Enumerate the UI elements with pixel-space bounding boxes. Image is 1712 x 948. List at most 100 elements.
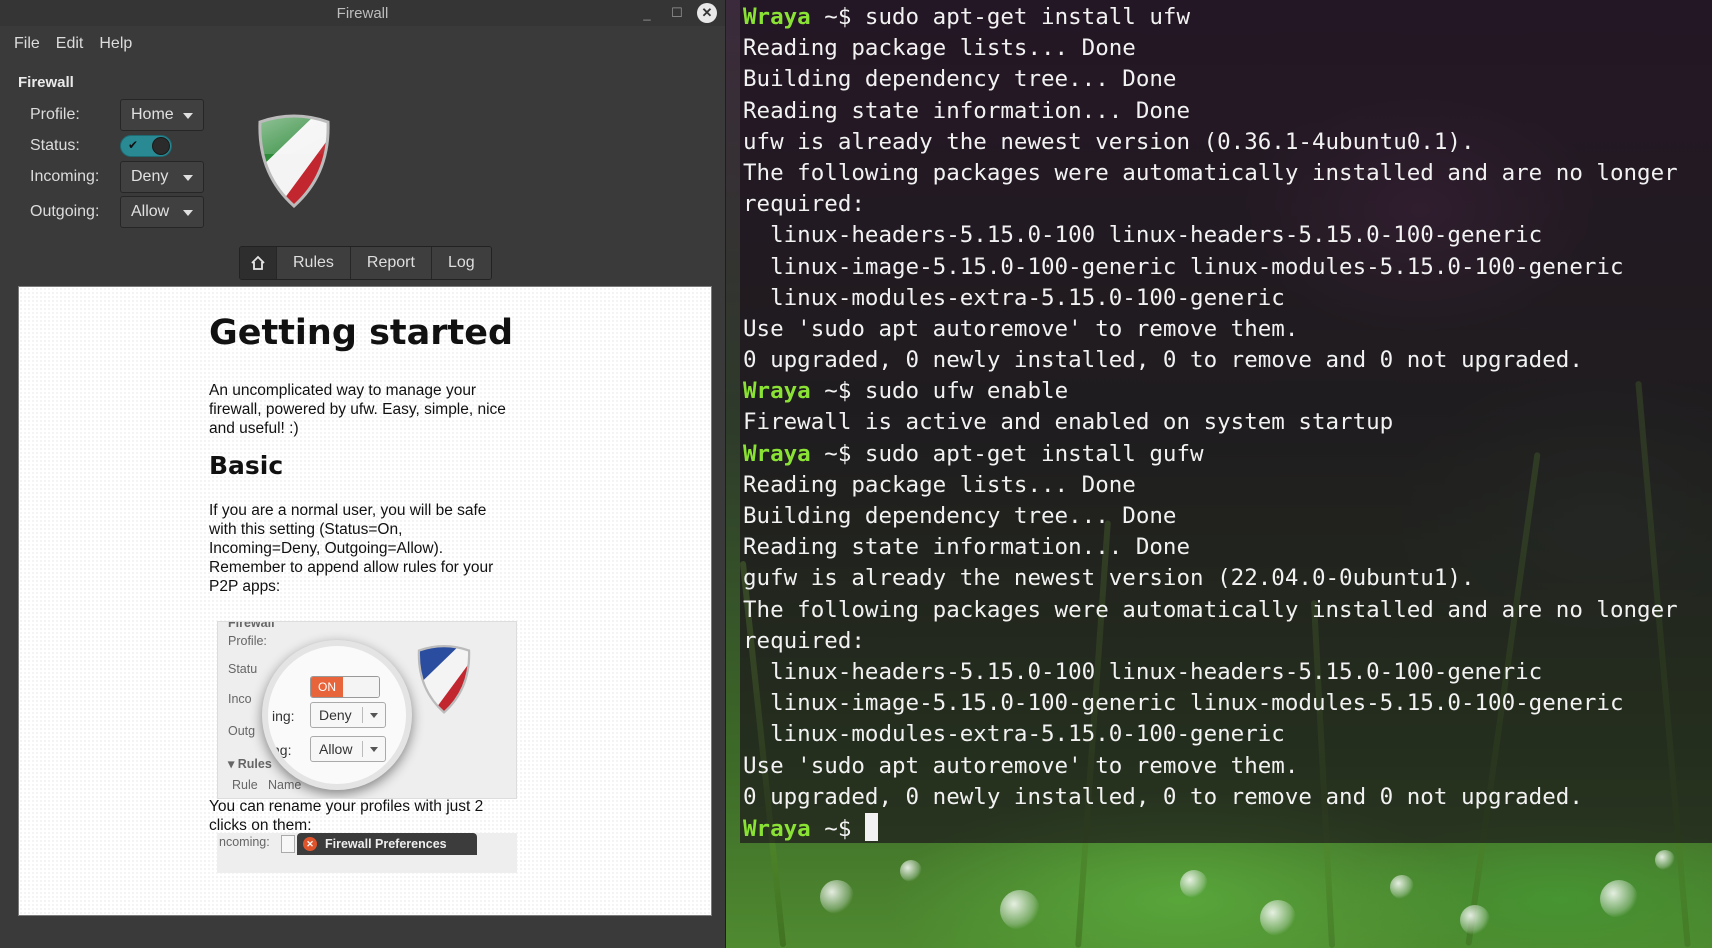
screenshot-mag-incoming-label: ing: (272, 708, 295, 724)
terminal-command: sudo apt-get install ufw (864, 4, 1191, 30)
intro-paragraph: An uncomplicated way to manage your fire… (209, 382, 506, 437)
shield-logo-icon (417, 645, 471, 714)
tab-report[interactable]: Report (350, 247, 432, 279)
close-icon: ✕ (303, 837, 317, 851)
home-icon (251, 255, 265, 270)
chevron-down-icon (183, 175, 193, 181)
maximize-button[interactable]: ☐ (667, 3, 687, 23)
screenshot-outgoing-combo: Allow (310, 736, 386, 762)
terminal-output-line: gufw is already the newest version (22.0… (743, 565, 1475, 592)
window-titlebar[interactable]: Firewall _ ☐ ✕ (0, 0, 725, 26)
menu-edit[interactable]: Edit (48, 31, 92, 57)
prompt-symbol: ~$ (810, 378, 865, 405)
status-toggle[interactable]: ✔ (120, 135, 172, 157)
screenshot-status-switch: ON (310, 676, 380, 698)
terminal-output-line: Reading package lists... Done (743, 35, 1136, 62)
terminal-output-line: ufw is already the newest version (0.36.… (743, 128, 1475, 155)
firewall-section-title: Firewall (18, 74, 74, 91)
screenshot-name-column: Name (268, 778, 302, 792)
screenshot-rules-label: ▾ Rules (228, 757, 272, 771)
tab-home[interactable] (240, 247, 277, 279)
check-icon: ✔ (128, 138, 139, 152)
terminal-command: sudo ufw enable (864, 378, 1069, 405)
screenshot-rule-column: Rule (232, 778, 258, 792)
terminal-command: sudo apt-get install gufw (864, 440, 1204, 467)
screenshot-outgoing-label: Outg (228, 724, 256, 738)
terminal-output-line: 0 upgraded, 0 newly installed, 0 to remo… (743, 783, 1583, 810)
terminal-output-line: Firewall is active and enabled on system… (743, 409, 1394, 436)
terminal-output-line: linux-headers-5.15.0-100 linux-headers-5… (743, 222, 1543, 249)
help-content-pane[interactable]: Getting started An uncomplicated way to … (18, 286, 712, 916)
terminal-output-line: linux-modules-extra-5.15.0-100-generic (743, 284, 1285, 311)
terminal-output-line: required: (743, 627, 865, 654)
terminal-prompt-line: Wraya ~$ sudo apt-get install gufw (743, 439, 1712, 470)
terminal-output-line: The following packages were automaticall… (743, 159, 1678, 186)
terminal-prompt-line: Wraya ~$ sudo ufw enable (743, 376, 1712, 407)
menu-help[interactable]: Help (91, 31, 140, 57)
screenshot-incoming-combo: Deny (310, 702, 386, 728)
prompt-symbol: ~$ (810, 815, 865, 842)
terminal-output-line: Reading state information... Done (743, 534, 1191, 561)
profile-value: Home (131, 106, 174, 123)
terminal-output-line: linux-headers-5.15.0-100 linux-headers-5… (743, 658, 1543, 685)
terminal-output-line: linux-modules-extra-5.15.0-100-generic (743, 721, 1285, 748)
screenshot2-prefs-titlebar: ✕ Firewall Preferences (297, 833, 477, 855)
prompt-username: Wraya (743, 4, 811, 30)
prompt-username: Wraya (743, 815, 811, 842)
window-title: Firewall (336, 4, 389, 22)
terminal-output-line: Building dependency tree... Done (743, 66, 1177, 93)
gufw-window: Firewall _ ☐ ✕ File Edit Help Firewall P… (0, 0, 726, 948)
screenshot2-incoming-label: ncoming: (219, 835, 270, 849)
profile-combo[interactable]: Home (120, 99, 204, 131)
prompt-username: Wraya (743, 440, 811, 467)
outgoing-label: Outgoing: (30, 203, 100, 220)
terminal-output-line: Reading package lists... Done (743, 471, 1136, 498)
toggle-knob (152, 137, 170, 155)
terminal-output-line: required: (743, 191, 865, 218)
terminal-output-line: Use 'sudo apt autoremove' to remove them… (743, 315, 1299, 342)
terminal-cursor (864, 812, 878, 841)
terminal-output-line: Reading state information... Done (743, 97, 1191, 124)
tab-bar: Rules Report Log (239, 246, 492, 280)
terminal-prompt-line: Wraya ~$ sudo apt-get install ufw (743, 2, 1712, 33)
close-button[interactable]: ✕ (697, 3, 717, 23)
chevron-down-icon (183, 113, 193, 119)
screenshot-incoming-label: Inco (228, 692, 252, 706)
status-label: Status: (30, 137, 80, 154)
prompt-symbol: ~$ (810, 4, 865, 30)
screenshot-header: Firewall (228, 621, 275, 630)
chevron-down-icon (183, 210, 193, 216)
prompt-username: Wraya (743, 378, 811, 405)
terminal-output-line: linux-image-5.15.0-100-generic linux-mod… (743, 690, 1624, 717)
profile-label: Profile: (30, 106, 80, 123)
incoming-label: Incoming: (30, 168, 100, 185)
incoming-combo[interactable]: Deny (120, 161, 204, 193)
magnifier-lens: ON ing: Deny ng: Allow (262, 640, 412, 790)
tab-rules[interactable]: Rules (277, 247, 351, 279)
menu-file[interactable]: File (6, 31, 48, 57)
menubar: File Edit Help (0, 26, 725, 62)
outgoing-value: Allow (131, 203, 170, 220)
tab-log[interactable]: Log (431, 247, 491, 279)
incoming-value: Deny (131, 168, 169, 185)
screenshot-mag-outgoing-label: ng: (272, 742, 292, 758)
terminal-output-line: The following packages were automaticall… (743, 596, 1678, 623)
basic-paragraph: If you are a normal user, you will be sa… (209, 502, 494, 595)
screenshot-profile-label: Profile: (228, 634, 267, 648)
screenshot-status-label: Statu (228, 662, 258, 676)
rename-paragraph: You can rename your profiles with just 2… (209, 798, 484, 834)
terminal-output-line: Building dependency tree... Done (743, 503, 1177, 529)
terminal-prompt-line: Wraya ~$ (743, 812, 1712, 843)
terminal-output-line: linux-image-5.15.0-100-generic linux-mod… (743, 253, 1624, 280)
prompt-symbol: ~$ (810, 440, 865, 467)
settings-screenshot: Firewall Profile: Statu Inco Outg ▾ Rule… (217, 621, 517, 799)
minimize-button[interactable]: _ (637, 3, 657, 23)
outgoing-combo[interactable]: Allow (120, 196, 204, 228)
shield-logo-icon (258, 114, 330, 209)
terminal-output-line: Use 'sudo apt autoremove' to remove them… (743, 752, 1299, 779)
terminal-output-line: 0 upgraded, 0 newly installed, 0 to remo… (743, 347, 1583, 374)
getting-started-heading: Getting started (209, 313, 514, 353)
basic-heading: Basic (209, 451, 284, 480)
terminal-window[interactable]: Wraya ~$ sudo apt-get install ufw Reading… (740, 0, 1712, 843)
preferences-screenshot: ncoming: ✕ Firewall Preferences (217, 833, 517, 873)
